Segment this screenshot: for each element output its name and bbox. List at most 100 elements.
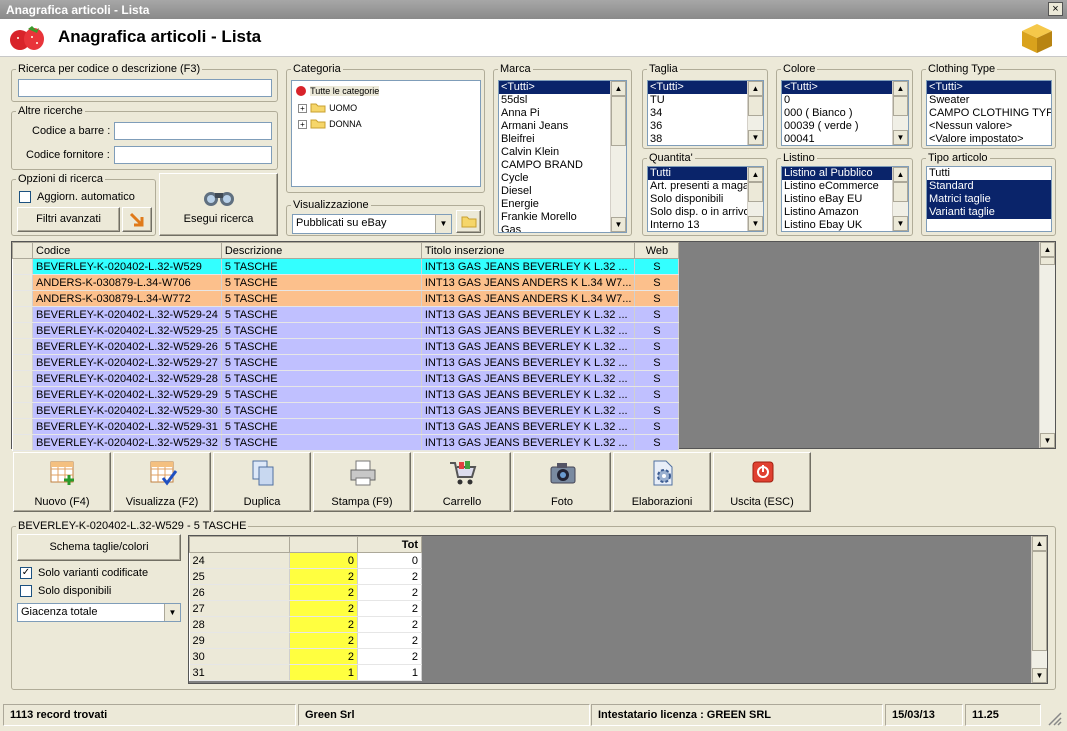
- cell-stock[interactable]: 2: [289, 568, 358, 585]
- scroll-down-icon[interactable]: ▼: [1040, 433, 1055, 448]
- list-item[interactable]: Listino eCommerce: [782, 180, 908, 193]
- giacenza-select[interactable]: Giacenza totale ▼: [17, 603, 181, 622]
- list-item[interactable]: Cycle: [499, 172, 626, 185]
- price-list[interactable]: Listino al Pubblico Listino eCommerce List…: [781, 166, 909, 232]
- list-item[interactable]: Energie: [499, 198, 626, 211]
- photo-button[interactable]: Foto: [513, 452, 611, 512]
- filter-arrow-button[interactable]: [122, 207, 152, 232]
- list-item[interactable]: 0: [782, 94, 908, 107]
- barcode-input[interactable]: [114, 122, 272, 140]
- table-row[interactable]: BEVERLEY-K-020402-L.32-W529-27 5 TASCHE IN…: [12, 354, 680, 371]
- size-scrollbar[interactable]: ▲ ▼: [747, 81, 763, 145]
- cell-stock[interactable]: 2: [289, 600, 358, 617]
- supplier-code-input[interactable]: [114, 146, 272, 164]
- list-item[interactable]: Standard: [927, 180, 1051, 193]
- search-input[interactable]: [18, 79, 272, 97]
- list-item[interactable]: 55dsl: [499, 94, 626, 107]
- table-row[interactable]: 25 2 2: [189, 568, 422, 585]
- resize-grip-icon[interactable]: [1046, 710, 1062, 726]
- list-item[interactable]: Bleifrei: [499, 133, 626, 146]
- scroll-thumb[interactable]: [893, 182, 908, 202]
- category-node-donna[interactable]: + DONNA: [298, 117, 362, 131]
- list-item[interactable]: Tutti: [648, 167, 763, 180]
- grid-scrollbar[interactable]: ▲ ▼: [1039, 242, 1055, 448]
- list-item[interactable]: CAMPO CLOTHING TYPE: [927, 107, 1051, 120]
- table-row[interactable]: 27 2 2: [189, 600, 422, 617]
- articles-grid[interactable]: Codice Descrizione Titolo inserzione Web…: [11, 241, 1056, 451]
- close-button[interactable]: ×: [1048, 2, 1063, 16]
- category-root[interactable]: Tutte le categorie: [295, 84, 380, 98]
- scroll-thumb[interactable]: [1040, 257, 1055, 265]
- column-header-codice[interactable]: Codice: [32, 242, 222, 259]
- table-row[interactable]: BEVERLEY-K-020402-L.32-W529-24 5 TASCHE IN…: [12, 306, 680, 323]
- list-item[interactable]: Sweater: [927, 94, 1051, 107]
- table-row[interactable]: 29 2 2: [189, 632, 422, 649]
- scroll-thumb[interactable]: [748, 182, 763, 202]
- list-item[interactable]: Armani Jeans: [499, 120, 626, 133]
- print-button[interactable]: Stampa (F9): [313, 452, 411, 512]
- list-item[interactable]: 00041: [782, 133, 908, 145]
- new-button[interactable]: Nuovo (F4): [13, 452, 111, 512]
- table-row[interactable]: BEVERLEY-K-020402-L.32-W529 5 TASCHE INT13…: [12, 258, 680, 275]
- scroll-thumb[interactable]: [748, 96, 763, 116]
- list-item[interactable]: Solo disponibili: [648, 193, 763, 206]
- list-item[interactable]: Listino Amazon: [782, 206, 908, 219]
- expand-icon[interactable]: +: [298, 104, 307, 113]
- auto-update-checkbox[interactable]: [19, 191, 31, 203]
- list-item[interactable]: <Tutti>: [782, 81, 908, 94]
- list-item[interactable]: <Tutti>: [499, 81, 626, 94]
- scroll-down-icon[interactable]: ▼: [748, 130, 763, 145]
- brand-scrollbar[interactable]: ▲ ▼: [610, 81, 626, 232]
- cell-stock[interactable]: 2: [289, 648, 358, 665]
- brand-list[interactable]: <Tutti> 55dsl Anna Pi Armani Jeans Bleifrei C…: [498, 80, 627, 233]
- list-item[interactable]: Solo disp. o in arrivo: [648, 206, 763, 219]
- cell-stock[interactable]: 0: [289, 552, 358, 569]
- table-row[interactable]: BEVERLEY-K-020402-L.32-W529-31 5 TASCHE IN…: [12, 418, 680, 435]
- expand-icon[interactable]: +: [298, 120, 307, 129]
- table-row[interactable]: BEVERLEY-K-020402-L.32-W529-30 5 TASCHE IN…: [12, 402, 680, 419]
- scroll-thumb[interactable]: [611, 96, 626, 146]
- list-item[interactable]: Anna Pi: [499, 107, 626, 120]
- price-list-scrollbar[interactable]: ▲ ▼: [892, 167, 908, 231]
- list-item[interactable]: Listino Ebay UK: [782, 219, 908, 231]
- cart-button[interactable]: Carrello: [413, 452, 511, 512]
- list-item[interactable]: 36: [648, 120, 763, 133]
- scroll-up-icon[interactable]: ▲: [748, 81, 763, 96]
- scroll-up-icon[interactable]: ▲: [611, 81, 626, 96]
- table-row[interactable]: ANDERS-K-030879-L.34-W772 5 TASCHE INT13 G…: [12, 290, 680, 307]
- category-node-uomo[interactable]: + UOMO: [298, 101, 357, 115]
- scroll-up-icon[interactable]: ▲: [748, 167, 763, 182]
- table-row[interactable]: 24 0 0: [189, 552, 422, 569]
- list-item[interactable]: 000 ( Bianco ): [782, 107, 908, 120]
- list-item[interactable]: Matrici taglie: [927, 193, 1051, 206]
- list-item[interactable]: <Nessun valore>: [927, 120, 1051, 133]
- cell-stock[interactable]: 1: [289, 664, 358, 681]
- cell-stock[interactable]: 2: [289, 632, 358, 649]
- run-search-button[interactable]: Esegui ricerca: [159, 173, 278, 236]
- table-row[interactable]: 31 1 1: [189, 664, 422, 681]
- list-item[interactable]: Calvin Klein: [499, 146, 626, 159]
- table-row[interactable]: 26 2 2: [189, 584, 422, 601]
- table-row[interactable]: BEVERLEY-K-020402-L.32-W529-26 5 TASCHE IN…: [12, 338, 680, 355]
- cell-stock[interactable]: 2: [289, 616, 358, 633]
- detail-scrollbar[interactable]: ▲ ▼: [1031, 536, 1047, 683]
- list-item[interactable]: Diesel: [499, 185, 626, 198]
- scroll-down-icon[interactable]: ▼: [893, 216, 908, 231]
- view-select[interactable]: Pubblicati su eBay ▼: [292, 214, 452, 234]
- table-row[interactable]: BEVERLEY-K-020402-L.32-W529-25 5 TASCHE IN…: [12, 322, 680, 339]
- list-item[interactable]: Listino al Pubblico: [782, 167, 908, 180]
- list-item[interactable]: Varianti taglie: [927, 206, 1051, 219]
- scroll-up-icon[interactable]: ▲: [893, 81, 908, 96]
- size-matrix-grid[interactable]: Tot 24 0 0 25 2 2 26 2 2 27 2 2 28 2 2 29 2 2 30 2 2 31 1 1 ▲ ▼: [188, 535, 1048, 684]
- duplicate-button[interactable]: Duplica: [213, 452, 311, 512]
- exit-button[interactable]: Uscita (ESC): [713, 452, 811, 512]
- chevron-down-icon[interactable]: ▼: [435, 215, 451, 233]
- scroll-down-icon[interactable]: ▼: [1032, 668, 1047, 683]
- size-list[interactable]: <Tutti> TU 34 36 38 ▲ ▼: [647, 80, 764, 146]
- color-list[interactable]: <Tutti> 0 000 ( Bianco ) 00039 ( verde ) 000…: [781, 80, 909, 146]
- list-item[interactable]: TU: [648, 94, 763, 107]
- cell-stock[interactable]: 2: [289, 584, 358, 601]
- scroll-down-icon[interactable]: ▼: [893, 130, 908, 145]
- list-item[interactable]: Art. presenti a magazzino: [648, 180, 763, 193]
- item-type-list[interactable]: Tutti Standard Matrici taglie Varianti tagl…: [926, 166, 1052, 232]
